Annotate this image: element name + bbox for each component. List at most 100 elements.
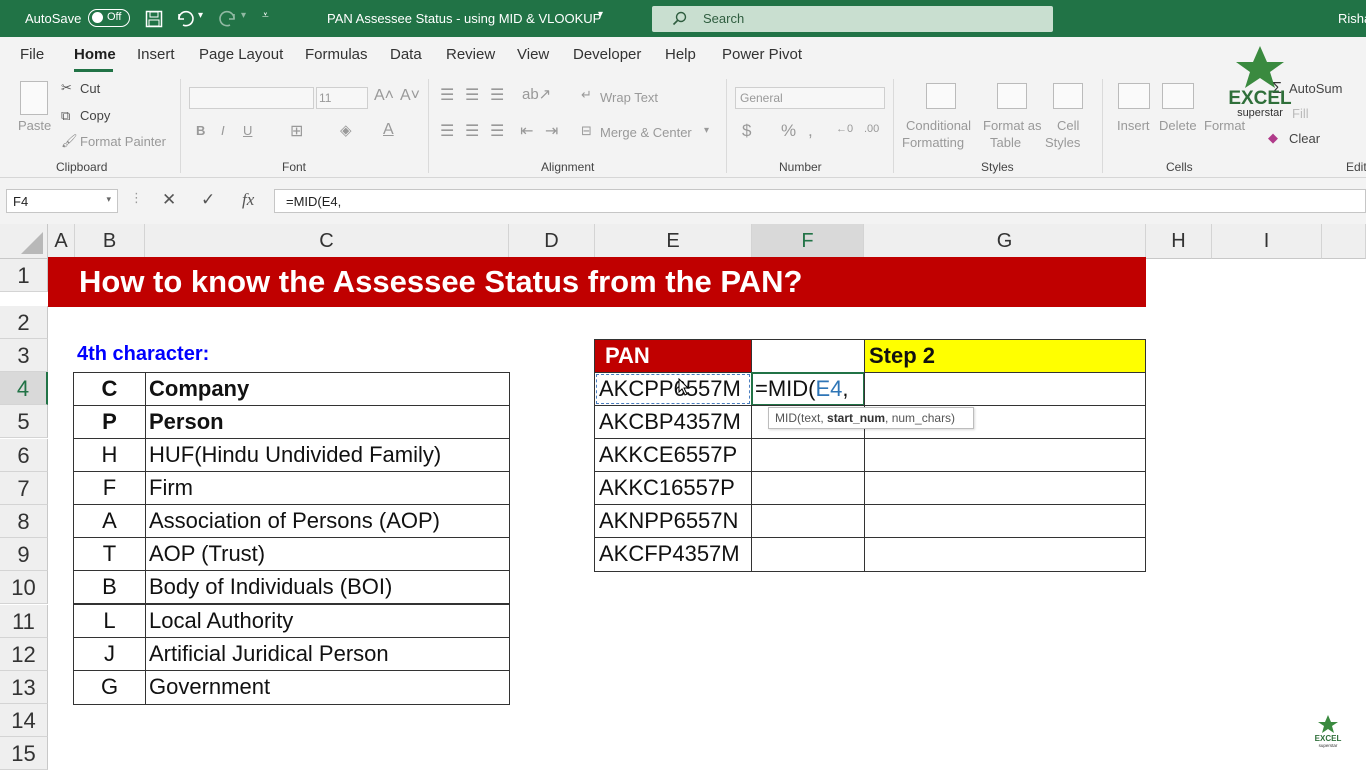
row-header-8[interactable]: 8 xyxy=(0,505,48,538)
insert-cells-icon[interactable] xyxy=(1118,83,1150,109)
row-header-5[interactable]: 5 xyxy=(0,405,48,438)
status-code-cell[interactable]: C xyxy=(73,372,146,406)
cancel-entry-icon[interactable]: ✕ xyxy=(162,190,176,210)
align-middle-icon[interactable]: ☰ xyxy=(465,85,479,105)
autosave-toggle[interactable]: Off xyxy=(88,9,130,27)
title-chevron-icon[interactable]: ▾ xyxy=(598,9,603,20)
column-header-e[interactable]: E xyxy=(595,224,752,259)
cell-styles-button[interactable]: Cell xyxy=(1057,118,1079,133)
format-as-table-label-2[interactable]: Table xyxy=(990,135,1021,150)
tab-formulas[interactable]: Formulas xyxy=(305,46,368,63)
merge-center-icon[interactable]: ⊟ xyxy=(581,123,592,139)
row-header-3[interactable]: 3 xyxy=(0,339,48,372)
decrease-indent-icon[interactable]: ⇤ xyxy=(520,121,533,141)
name-box[interactable]: F4 ▾ xyxy=(6,189,118,213)
step2-cell[interactable] xyxy=(864,438,1146,472)
cut-button[interactable]: Cut xyxy=(80,81,100,96)
step1-header-cell[interactable] xyxy=(751,339,865,373)
pan-cell[interactable]: AKCFP4357M xyxy=(594,537,752,572)
currency-icon[interactable]: $ xyxy=(742,121,751,141)
step1-cell[interactable] xyxy=(751,504,865,538)
step2-header-cell[interactable]: Step 2 xyxy=(864,339,1146,373)
wrap-text-icon[interactable]: ↵ xyxy=(581,87,592,103)
tab-file[interactable]: File xyxy=(20,46,44,63)
copy-button[interactable]: Copy xyxy=(80,108,110,123)
status-code-cell[interactable]: H xyxy=(73,438,146,472)
tab-data[interactable]: Data xyxy=(390,46,422,63)
tab-developer[interactable]: Developer xyxy=(573,46,641,63)
status-code-cell[interactable]: P xyxy=(73,405,146,439)
column-header-a[interactable]: A xyxy=(48,224,75,259)
sheet-banner-title[interactable]: How to know the Assessee Status from the… xyxy=(48,257,1146,307)
merge-center-button[interactable]: Merge & Center xyxy=(600,125,692,140)
column-header-b[interactable]: B xyxy=(75,224,145,259)
step1-cell[interactable] xyxy=(751,537,865,572)
column-header-f[interactable]: F xyxy=(752,224,864,259)
comma-icon[interactable]: , xyxy=(808,121,813,141)
row-header-9[interactable]: 9 xyxy=(0,538,48,571)
formula-input[interactable]: =MID(E4, xyxy=(274,189,1366,213)
column-header-next[interactable] xyxy=(1322,224,1366,259)
undo-dropdown-icon[interactable]: ▾ xyxy=(198,10,203,21)
column-header-c[interactable]: C xyxy=(145,224,509,259)
delete-cells-icon[interactable] xyxy=(1162,83,1194,109)
cell-styles-label-2[interactable]: Styles xyxy=(1045,135,1080,150)
row-header-4[interactable]: 4 xyxy=(0,372,48,405)
format-as-table-button[interactable]: Format as xyxy=(983,118,1042,133)
column-header-g[interactable]: G xyxy=(864,224,1146,259)
step2-cell[interactable] xyxy=(864,537,1146,572)
status-meaning-cell[interactable]: HUF(Hindu Undivided Family) xyxy=(145,438,510,472)
font-size-dropdown[interactable]: 11 xyxy=(316,87,368,109)
cut-icon[interactable]: ✂ xyxy=(61,80,72,96)
column-header-d[interactable]: D xyxy=(509,224,595,259)
undo-icon[interactable] xyxy=(175,10,195,28)
name-box-dropdown-icon[interactable]: ▾ xyxy=(106,194,111,205)
italic-icon[interactable]: I xyxy=(221,123,225,138)
tab-home[interactable]: Home xyxy=(74,46,116,63)
row-header-15[interactable]: 15 xyxy=(0,737,48,770)
percent-icon[interactable]: % xyxy=(781,121,796,141)
status-code-cell[interactable]: A xyxy=(73,504,146,538)
pan-cell[interactable]: AKCBP4357M xyxy=(594,405,752,439)
clear-button[interactable]: Clear xyxy=(1289,131,1320,146)
grow-font-icon[interactable]: A˄ xyxy=(374,87,394,105)
fourth-character-heading[interactable]: 4th character: xyxy=(77,343,209,366)
fill-color-icon[interactable]: ◈ xyxy=(340,121,352,139)
user-name[interactable]: Risha xyxy=(1338,11,1366,26)
underline-icon[interactable]: U xyxy=(243,123,252,138)
step2-cell[interactable] xyxy=(864,504,1146,538)
status-code-cell[interactable]: B xyxy=(73,570,146,604)
format-cells-button[interactable]: Format xyxy=(1204,118,1245,133)
copy-icon[interactable]: ⧉ xyxy=(61,108,70,124)
save-icon[interactable] xyxy=(145,10,163,28)
select-all-button[interactable] xyxy=(0,224,48,259)
align-left-icon[interactable]: ☰ xyxy=(440,121,454,141)
pan-header-cell[interactable]: PAN xyxy=(594,339,752,373)
row-header-6[interactable]: 6 xyxy=(0,439,48,472)
tab-help[interactable]: Help xyxy=(665,46,696,63)
align-center-icon[interactable]: ☰ xyxy=(465,121,479,141)
status-meaning-cell[interactable]: Body of Individuals (BOI) xyxy=(145,570,510,604)
redo-icon[interactable] xyxy=(218,10,238,28)
format-painter-button[interactable]: Format Painter xyxy=(80,134,166,149)
clear-icon[interactable]: ◆ xyxy=(1268,130,1278,146)
worksheet-grid[interactable]: A B C D E F G H I 1 2 3 4 5 6 7 8 9 10 1… xyxy=(0,224,1366,770)
step1-cell[interactable] xyxy=(751,471,865,505)
status-meaning-cell[interactable]: Firm xyxy=(145,471,510,505)
paste-button[interactable]: Paste xyxy=(18,118,51,133)
delete-cells-button[interactable]: Delete xyxy=(1159,118,1197,133)
number-format-dropdown[interactable]: General xyxy=(735,87,885,109)
search-box[interactable]: Search xyxy=(652,6,1053,32)
row-header-13[interactable]: 13 xyxy=(0,671,48,704)
increase-decimal-icon[interactable]: ←0 xyxy=(836,123,853,135)
format-as-table-icon[interactable] xyxy=(997,83,1027,109)
column-header-h[interactable]: H xyxy=(1146,224,1212,259)
pan-cell[interactable]: AKCPP6557M xyxy=(594,372,752,406)
align-top-icon[interactable]: ☰ xyxy=(440,85,454,105)
status-code-cell[interactable]: L xyxy=(73,604,146,638)
status-meaning-cell[interactable]: Company xyxy=(145,372,510,406)
format-painter-icon[interactable]: 🖌 xyxy=(61,133,78,149)
font-color-icon[interactable]: A xyxy=(383,121,394,139)
row-header-10[interactable]: 10 xyxy=(0,571,48,604)
merge-dropdown-icon[interactable]: ▾ xyxy=(704,125,709,136)
